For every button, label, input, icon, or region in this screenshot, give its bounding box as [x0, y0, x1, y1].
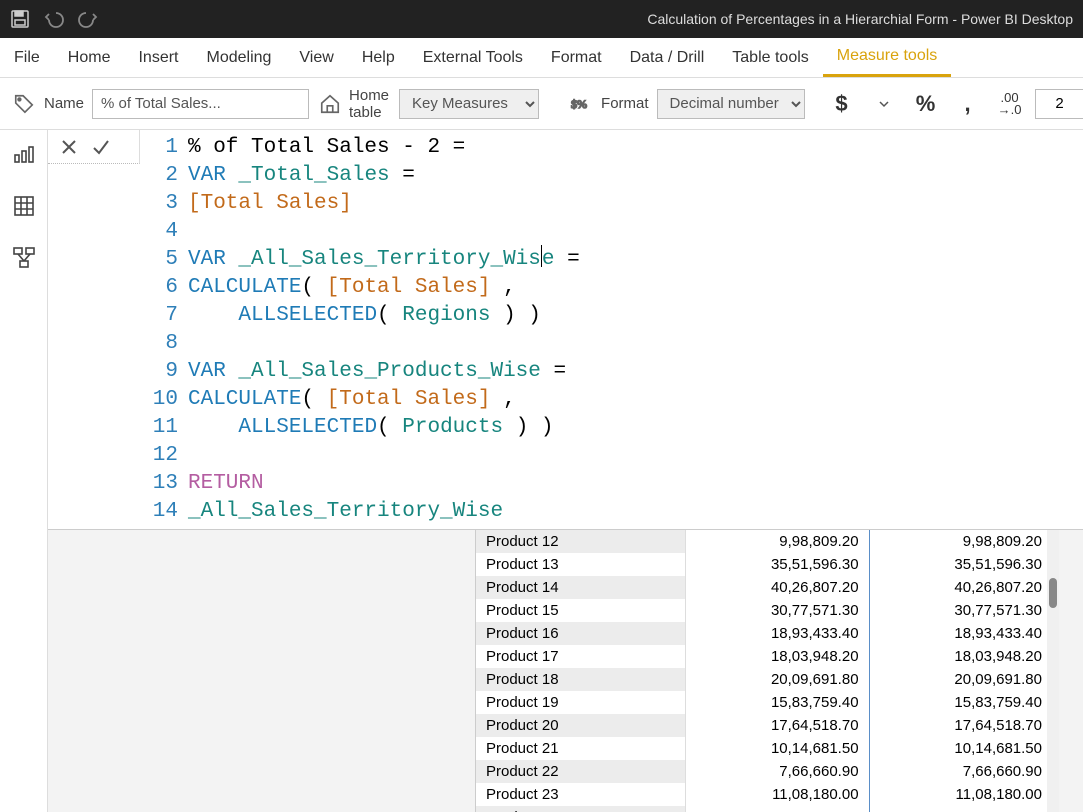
- table-row[interactable]: Product 1530,77,571.3030,77,571.30: [476, 599, 1053, 622]
- decimal-places-input[interactable]: [1035, 89, 1083, 119]
- model-view-icon[interactable]: [8, 242, 40, 274]
- tab-help[interactable]: Help: [348, 38, 409, 77]
- line-number: 9: [140, 358, 188, 386]
- window-title: Calculation of Percentages in a Hierarch…: [647, 11, 1073, 27]
- name-label: Name: [44, 95, 84, 112]
- line-number: 2: [140, 162, 188, 190]
- tab-table-tools[interactable]: Table tools: [718, 38, 823, 77]
- line-number: 5: [140, 246, 188, 274]
- line-number: 13: [140, 470, 188, 498]
- tab-external-tools[interactable]: External Tools: [409, 38, 537, 77]
- ribbon-tabs: FileHomeInsertModelingViewHelpExternal T…: [0, 38, 1083, 78]
- table-row[interactable]: Product 2017,64,518.7017,64,518.70: [476, 714, 1053, 737]
- line-number: 14: [140, 498, 188, 526]
- table-row[interactable]: Product 1618,93,433.4018,93,433.40: [476, 622, 1053, 645]
- home-table-label: Home table: [349, 87, 391, 121]
- svg-text:$%: $%: [571, 97, 587, 111]
- tab-insert[interactable]: Insert: [124, 38, 192, 77]
- tab-view[interactable]: View: [285, 38, 347, 77]
- tag-icon: [12, 92, 36, 116]
- currency-button[interactable]: $: [825, 87, 859, 121]
- tab-format[interactable]: Format: [537, 38, 616, 77]
- tab-measure-tools[interactable]: Measure tools: [823, 38, 952, 77]
- table-row[interactable]: Product 246,99,131.606,99,131.60: [476, 806, 1053, 812]
- undo-icon[interactable]: [44, 9, 64, 29]
- redo-icon[interactable]: [78, 9, 98, 29]
- format-select[interactable]: Decimal number: [657, 89, 805, 119]
- tab-data-drill[interactable]: Data / Drill: [616, 38, 719, 77]
- line-number: 1: [140, 134, 188, 162]
- format-icon: $%: [569, 92, 593, 116]
- line-number: 6: [140, 274, 188, 302]
- measure-toolbar: Name Home table Key Measures $% Format D…: [0, 78, 1083, 130]
- line-number: 4: [140, 218, 188, 246]
- table-row[interactable]: Product 227,66,660.907,66,660.90: [476, 760, 1053, 783]
- table-row[interactable]: Product 1440,26,807.2040,26,807.20: [476, 576, 1053, 599]
- home-table-select[interactable]: Key Measures: [399, 89, 539, 119]
- data-view-icon[interactable]: [8, 190, 40, 222]
- table-scrollbar[interactable]: [1047, 530, 1059, 812]
- table-row[interactable]: Product 1915,83,759.4015,83,759.40: [476, 691, 1053, 714]
- save-icon[interactable]: [10, 9, 30, 29]
- view-rail: [0, 130, 48, 812]
- decimal-places-icon: .00→.0: [993, 87, 1027, 121]
- percent-button[interactable]: %: [909, 87, 943, 121]
- table-row[interactable]: Product 1718,03,948.2018,03,948.20: [476, 645, 1053, 668]
- formula-editor[interactable]: 1% of Total Sales - 2 =2VAR _Total_Sales…: [48, 130, 1083, 530]
- titlebar: Calculation of Percentages in a Hierarch…: [0, 0, 1083, 38]
- home-icon: [319, 92, 341, 116]
- format-label: Format: [601, 95, 649, 112]
- table-row[interactable]: Product 1335,51,596.3035,51,596.30: [476, 553, 1053, 576]
- cancel-formula-button[interactable]: [56, 134, 82, 160]
- line-number: 12: [140, 442, 188, 470]
- text-cursor: [541, 245, 542, 267]
- dax-code[interactable]: 1% of Total Sales - 2 =2VAR _Total_Sales…: [140, 130, 1083, 529]
- commit-formula-button[interactable]: [88, 134, 114, 160]
- line-number: 8: [140, 330, 188, 358]
- report-view-icon[interactable]: [8, 138, 40, 170]
- line-number: 10: [140, 386, 188, 414]
- table-row[interactable]: Product 2311,08,180.0011,08,180.00: [476, 783, 1053, 806]
- scrollbar-thumb[interactable]: [1049, 578, 1057, 608]
- table-row[interactable]: Product 129,98,809.209,98,809.20: [476, 530, 1053, 553]
- table-row[interactable]: Product 1820,09,691.8020,09,691.80: [476, 668, 1053, 691]
- line-number: 11: [140, 414, 188, 442]
- tab-modeling[interactable]: Modeling: [192, 38, 285, 77]
- tab-home[interactable]: Home: [54, 38, 125, 77]
- currency-dropdown-icon[interactable]: [867, 87, 901, 121]
- line-number: 7: [140, 302, 188, 330]
- result-table[interactable]: Product 129,98,809.209,98,809.20Product …: [475, 530, 1053, 812]
- table-row[interactable]: Product 2110,14,681.5010,14,681.50: [476, 737, 1053, 760]
- thousands-button[interactable]: ,: [951, 87, 985, 121]
- line-number: 3: [140, 190, 188, 218]
- measure-name-input[interactable]: [92, 89, 309, 119]
- tab-file[interactable]: File: [0, 38, 54, 77]
